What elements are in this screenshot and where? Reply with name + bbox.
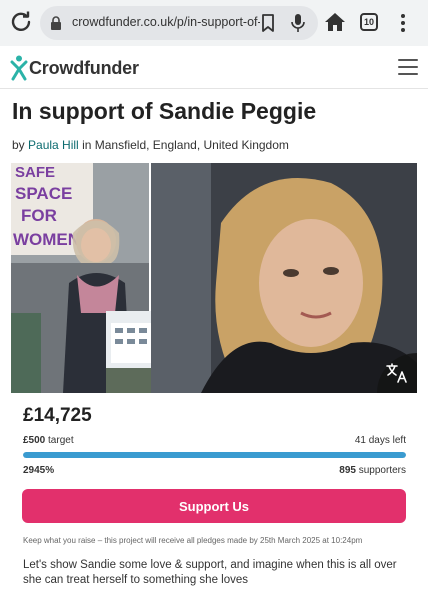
page-title: In support of Sandie Peggie (12, 98, 317, 124)
author-link[interactable]: Paula Hill (28, 138, 79, 152)
amount-raised: £14,725 (23, 405, 92, 426)
reload-icon[interactable] (9, 10, 33, 34)
tab-switcher-button[interactable]: 10 (360, 13, 378, 31)
story-text: Let's show Sandie some love & support, a… (23, 559, 397, 586)
browser-toolbar: crowdfunder.co.uk/p/in-support-of- 10 (0, 0, 428, 46)
sign-text-line3: FOR (21, 206, 57, 225)
days-left: 41 days left (354, 435, 406, 446)
bookmark-icon[interactable] (260, 14, 276, 32)
supporters-label: supporters (358, 465, 406, 476)
sign-text-line1: SAFE (15, 164, 55, 181)
in-word: in (82, 138, 92, 152)
progress-bar-fill (23, 452, 406, 458)
location: Mansfield, England, United Kingdom (94, 138, 289, 152)
funding-target: £500 target (23, 435, 74, 446)
logo-text[interactable]: Crowdfunder (29, 58, 139, 79)
url-text[interactable]: crowdfunder.co.uk/p/in-support-of- (72, 15, 260, 29)
target-amount: £500 (23, 435, 46, 446)
hero-collage: SAFE SPACE FOR WOMEN (11, 163, 417, 393)
translate-icon (386, 363, 407, 383)
hamburger-menu-icon[interactable] (398, 59, 418, 75)
lock-icon (51, 16, 61, 30)
address-bar[interactable]: crowdfunder.co.uk/p/in-support-of- (40, 6, 318, 40)
supporters-count: 895 supporters (339, 465, 406, 476)
site-header: Crowdfunder (0, 47, 428, 89)
target-label: target (48, 435, 74, 446)
pledge-note: Keep what you raise – this project will … (23, 536, 363, 545)
supporters-number: 895 (339, 465, 356, 476)
support-us-button[interactable]: Support Us (22, 489, 406, 523)
progress-bar (23, 452, 406, 458)
more-menu-icon[interactable] (398, 12, 408, 34)
crowdfunder-logo-icon[interactable] (10, 55, 28, 81)
sign-text-line4: WOMEN (13, 230, 80, 249)
tab-count: 10 (363, 17, 374, 27)
microphone-icon[interactable] (290, 13, 306, 33)
byline: by Paula Hill in Mansfield, England, Uni… (12, 138, 289, 152)
by-prefix: by (12, 138, 25, 152)
home-icon[interactable] (324, 11, 346, 33)
hero-image: SAFE SPACE FOR WOMEN (11, 163, 417, 393)
sign-text-line2: SPACE (15, 184, 72, 203)
percent-funded: 2945% (23, 465, 55, 476)
